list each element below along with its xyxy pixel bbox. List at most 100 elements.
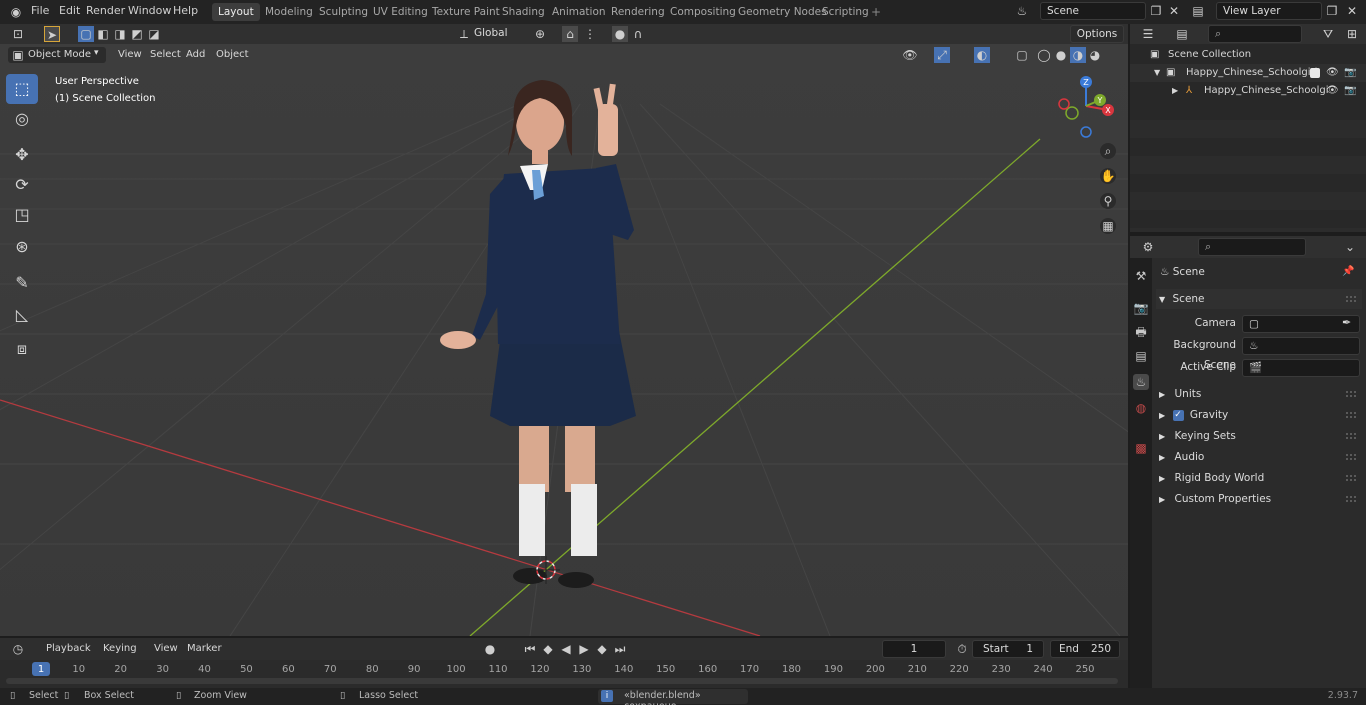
outliner-row-collection[interactable]: ▼ ▣ Happy_Chinese_Schoolgirl 👁 📷	[1130, 64, 1366, 82]
active-clip-field[interactable]: 🎬	[1242, 359, 1360, 377]
menu-view[interactable]: View	[154, 643, 178, 654]
add-workspace-icon[interactable]: +	[868, 4, 884, 20]
new-collection-icon[interactable]: ⊞	[1344, 26, 1360, 42]
menu-playback[interactable]: Playback	[46, 643, 91, 654]
stopwatch-icon[interactable]: ⏱	[954, 641, 970, 657]
solid-shading-icon[interactable]: ●	[1053, 47, 1069, 63]
snap-icon[interactable]: ⌂	[562, 26, 578, 42]
menu-view[interactable]: View	[118, 49, 142, 60]
tab-shading[interactable]: Shading	[496, 3, 551, 21]
editor-type-icon[interactable]: ⚙	[1140, 239, 1156, 255]
editor-type-icon[interactable]: ◷	[10, 641, 26, 657]
drag-handle-icon[interactable]	[1346, 454, 1356, 460]
filter-icon[interactable]: ⛛	[1320, 26, 1336, 42]
3d-viewport[interactable]: ▣ Object Mode ▾ View Select Add Object 👁…	[0, 44, 1128, 636]
navigation-gizmo[interactable]: Z X Y	[1052, 72, 1122, 142]
tab-animation[interactable]: Animation	[546, 3, 612, 21]
menu-window[interactable]: Window	[128, 4, 171, 17]
menu-render[interactable]: Render	[86, 4, 125, 17]
output-tab-icon[interactable]: 🖶	[1133, 324, 1149, 340]
texture-tab-icon[interactable]: ▩	[1133, 440, 1149, 456]
tool-tab-icon[interactable]: ⚒	[1133, 268, 1149, 284]
tab-rendering[interactable]: Rendering	[605, 3, 671, 21]
eye-icon[interactable]: 👁	[1326, 82, 1339, 100]
select-extend-icon[interactable]: ◧	[95, 26, 111, 42]
tab-uv-editing[interactable]: UV Editing	[367, 3, 434, 21]
outliner-row-root[interactable]: ▣ Scene Collection	[1130, 46, 1366, 64]
gravity-panel[interactable]: ▶ ✓ Gravity	[1156, 405, 1362, 425]
scale-tool-icon[interactable]: ◳	[6, 200, 38, 230]
tab-texture-paint[interactable]: Texture Paint	[426, 3, 506, 21]
falloff-icon[interactable]: ∩	[630, 26, 646, 42]
drag-handle-icon[interactable]	[1346, 496, 1356, 502]
xray-icon[interactable]: ▢	[1014, 47, 1030, 63]
render-camera-icon[interactable]: 📷	[1344, 64, 1356, 82]
camera-icon[interactable]: ⚲	[1100, 193, 1116, 209]
background-scene-field[interactable]: ♨	[1242, 337, 1360, 355]
cursor-tool-icon[interactable]: ◎	[6, 104, 38, 134]
editor-type-icon[interactable]: ☰	[1140, 26, 1156, 42]
eyedropper-icon[interactable]: ✒	[1342, 316, 1351, 329]
outliner-row-object[interactable]: ▶ ⅄ Happy_Chinese_Schoolgi 👁 📷	[1130, 82, 1366, 100]
drag-handle-icon[interactable]	[1346, 475, 1356, 481]
drag-handle-icon[interactable]	[1346, 433, 1356, 439]
measure-tool-icon[interactable]: ◺	[6, 300, 38, 330]
pivot-icon[interactable]: ⊕	[532, 26, 548, 42]
drag-handle-icon[interactable]	[1346, 391, 1356, 397]
chevron-down-icon[interactable]: ▼	[1154, 64, 1160, 82]
menu-marker[interactable]: Marker	[187, 643, 222, 654]
select-intersect-icon[interactable]: ◪	[146, 26, 162, 42]
material-shading-icon[interactable]: ◑	[1070, 47, 1086, 63]
record-icon[interactable]: ●	[482, 641, 498, 657]
pan-hand-icon[interactable]: ✋	[1100, 168, 1116, 184]
scene-tab-icon[interactable]: ♨	[1133, 374, 1149, 390]
close-icon[interactable]: ✕	[1344, 3, 1360, 19]
menu-file[interactable]: File	[31, 4, 49, 17]
jump-start-icon[interactable]: ⏮	[522, 641, 538, 657]
select-invert-icon[interactable]: ◩	[129, 26, 145, 42]
next-keyframe-icon[interactable]: ◆	[594, 641, 610, 657]
pin-icon[interactable]: 📌	[1342, 266, 1354, 277]
select-subtract-icon[interactable]: ◨	[112, 26, 128, 42]
menu-select[interactable]: Select	[150, 49, 181, 60]
orientation-dropdown[interactable]: Global	[472, 25, 524, 43]
menu-add[interactable]: Add	[186, 49, 205, 60]
overlay-icon[interactable]: ◐	[974, 47, 990, 63]
select-cursor-icon[interactable]: ➤	[44, 26, 60, 42]
move-tool-icon[interactable]: ✥	[6, 140, 38, 170]
add-cube-tool-icon[interactable]: ⧈	[6, 334, 38, 364]
timeline-scrollbar[interactable]	[6, 678, 1118, 684]
tab-layout[interactable]: Layout	[212, 3, 260, 21]
rigid-body-world-panel[interactable]: ▶ Rigid Body World	[1156, 468, 1362, 488]
tab-modeling[interactable]: Modeling	[259, 3, 319, 21]
chevron-down-icon[interactable]: ⌄	[1342, 239, 1358, 255]
mode-dropdown[interactable]: ▣ Object Mode ▾	[8, 47, 106, 63]
drag-handle-icon[interactable]	[1346, 412, 1356, 418]
gravity-checkbox[interactable]: ✓	[1172, 409, 1184, 421]
outliner-search-input[interactable]: ⌕	[1208, 25, 1302, 43]
current-frame-field[interactable]: 1	[882, 640, 946, 658]
zoom-icon[interactable]: ⌕	[1100, 143, 1116, 159]
audio-panel[interactable]: ▶ Audio	[1156, 447, 1362, 467]
grid-view-icon[interactable]: ▦	[1100, 218, 1116, 234]
transform-tool-icon[interactable]: ⊛	[6, 232, 38, 262]
scene-field[interactable]: Scene	[1040, 2, 1146, 20]
scene-icon[interactable]: ♨	[1014, 3, 1030, 19]
gizmo-icon[interactable]: ⤢	[934, 47, 950, 63]
tab-scripting[interactable]: Scripting	[816, 3, 875, 21]
end-frame-field[interactable]: End 250	[1050, 640, 1120, 658]
menu-edit[interactable]: Edit	[59, 4, 80, 17]
render-tab-icon[interactable]: 📷	[1133, 300, 1149, 316]
display-mode-icon[interactable]: ▤	[1174, 26, 1190, 42]
view-layer-icon[interactable]: ▤	[1190, 3, 1206, 19]
custom-properties-panel[interactable]: ▶ Custom Properties	[1156, 489, 1362, 509]
properties-search-input[interactable]: ⌕	[1198, 238, 1306, 256]
play-icon[interactable]: ▶	[576, 641, 592, 657]
select-box-tool-icon[interactable]: ⬚	[6, 74, 38, 104]
status-report[interactable]: i «blender.blend» сохранено	[598, 689, 748, 705]
jump-end-icon[interactable]: ⏭	[612, 641, 628, 657]
wireframe-shading-icon[interactable]: ◯	[1036, 47, 1052, 63]
copy-scene-icon[interactable]: ❐	[1148, 3, 1164, 19]
exclude-checkbox[interactable]	[1310, 68, 1320, 78]
select-new-icon[interactable]: ▢	[78, 26, 94, 42]
